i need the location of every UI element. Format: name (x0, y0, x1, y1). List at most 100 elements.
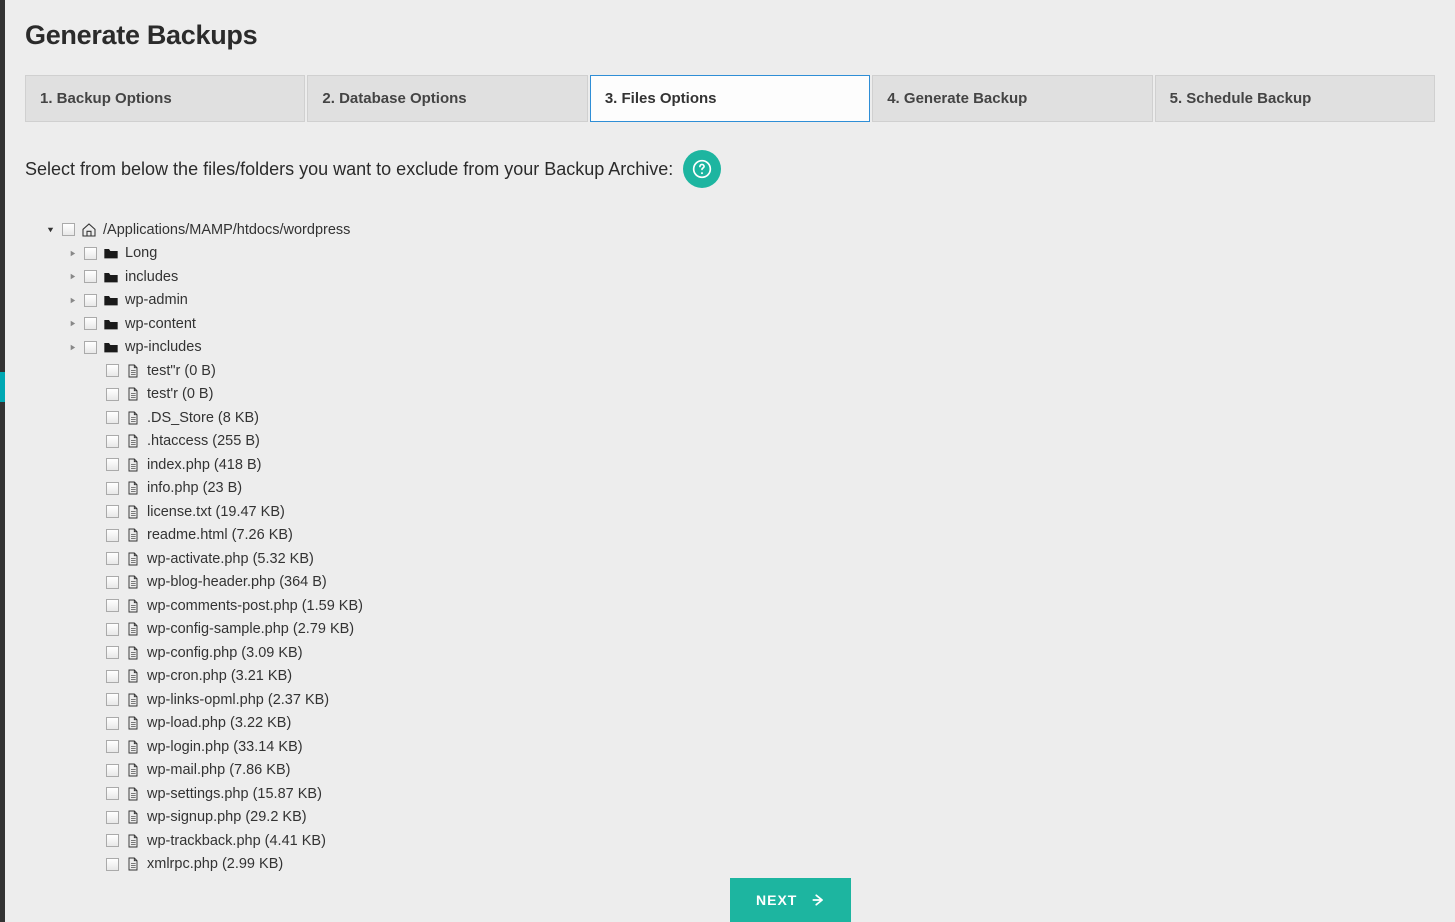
tab-step-2[interactable]: 2. Database Options (307, 75, 587, 122)
checkbox[interactable] (84, 317, 97, 330)
checkbox[interactable] (106, 646, 119, 659)
file-label[interactable]: index.php (418 B) (147, 457, 261, 473)
tree-row: wp-load.php (3.22 KB) (45, 712, 1435, 736)
checkbox[interactable] (106, 693, 119, 706)
checkbox[interactable] (106, 552, 119, 565)
file-icon (125, 363, 141, 379)
folder-label[interactable]: wp-admin (125, 292, 188, 308)
checkbox[interactable] (106, 529, 119, 542)
checkbox[interactable] (106, 388, 119, 401)
tree-row: test"r (0 B) (45, 359, 1435, 383)
file-label[interactable]: .DS_Store (8 KB) (147, 410, 259, 426)
checkbox[interactable] (106, 411, 119, 424)
next-button[interactable]: NEXT (730, 878, 851, 922)
collapse-toggle[interactable] (45, 224, 56, 235)
file-icon (125, 410, 141, 426)
file-label[interactable]: wp-links-opml.php (2.37 KB) (147, 692, 329, 708)
file-icon (125, 574, 141, 590)
checkbox[interactable] (106, 576, 119, 589)
file-icon (125, 645, 141, 661)
file-label[interactable]: wp-config-sample.php (2.79 KB) (147, 621, 354, 637)
expand-toggle[interactable] (67, 342, 78, 353)
tree-row: wp-signup.php (29.2 KB) (45, 806, 1435, 830)
tab-step-4[interactable]: 4. Generate Backup (872, 75, 1152, 122)
tree-row: license.txt (19.47 KB) (45, 500, 1435, 524)
tree-row: wp-includes (45, 336, 1435, 360)
file-label[interactable]: info.php (23 B) (147, 480, 242, 496)
tree-row: wp-content (45, 312, 1435, 336)
tree-row: wp-config.php (3.09 KB) (45, 641, 1435, 665)
tree-row: wp-blog-header.php (364 B) (45, 571, 1435, 595)
checkbox[interactable] (106, 787, 119, 800)
tree-row: xmlrpc.php (2.99 KB) (45, 853, 1435, 877)
checkbox[interactable] (84, 247, 97, 260)
checkbox[interactable] (106, 811, 119, 824)
file-icon (125, 809, 141, 825)
expand-toggle[interactable] (67, 248, 78, 259)
folder-label[interactable]: includes (125, 269, 178, 285)
checkbox[interactable] (106, 764, 119, 777)
file-label[interactable]: test"r (0 B) (147, 363, 216, 379)
folder-icon (103, 339, 119, 355)
file-label[interactable]: wp-mail.php (7.86 KB) (147, 762, 290, 778)
file-icon (125, 386, 141, 402)
file-icon (125, 786, 141, 802)
expand-toggle[interactable] (67, 271, 78, 282)
help-button[interactable] (683, 150, 721, 188)
file-label[interactable]: wp-trackback.php (4.41 KB) (147, 833, 326, 849)
checkbox[interactable] (106, 740, 119, 753)
tree-row: wp-links-opml.php (2.37 KB) (45, 688, 1435, 712)
file-label[interactable]: wp-blog-header.php (364 B) (147, 574, 327, 590)
checkbox[interactable] (106, 435, 119, 448)
file-label[interactable]: wp-signup.php (29.2 KB) (147, 809, 307, 825)
tree-row: wp-trackback.php (4.41 KB) (45, 829, 1435, 853)
tree-row: test'r (0 B) (45, 383, 1435, 407)
file-label[interactable]: wp-settings.php (15.87 KB) (147, 786, 322, 802)
folder-label[interactable]: wp-includes (125, 339, 202, 355)
checkbox[interactable] (106, 505, 119, 518)
next-button-label: NEXT (756, 892, 797, 908)
checkbox[interactable] (106, 599, 119, 612)
file-icon (125, 668, 141, 684)
folder-label[interactable]: wp-content (125, 316, 196, 332)
file-label[interactable]: license.txt (19.47 KB) (147, 504, 285, 520)
tab-step-3[interactable]: 3. Files Options (590, 75, 870, 122)
tree-row: readme.html (7.26 KB) (45, 524, 1435, 548)
tab-step-5[interactable]: 5. Schedule Backup (1155, 75, 1435, 122)
file-label[interactable]: wp-config.php (3.09 KB) (147, 645, 303, 661)
tree-row: index.php (418 B) (45, 453, 1435, 477)
checkbox[interactable] (106, 364, 119, 377)
expand-toggle[interactable] (67, 318, 78, 329)
file-label[interactable]: wp-activate.php (5.32 KB) (147, 551, 314, 567)
folder-icon (103, 269, 119, 285)
expand-toggle[interactable] (67, 295, 78, 306)
file-label[interactable]: .htaccess (255 B) (147, 433, 260, 449)
checkbox[interactable] (84, 270, 97, 283)
checkbox[interactable] (106, 458, 119, 471)
checkbox[interactable] (106, 858, 119, 871)
file-label[interactable]: wp-comments-post.php (1.59 KB) (147, 598, 363, 614)
checkbox[interactable] (106, 834, 119, 847)
checkbox[interactable] (106, 717, 119, 730)
checkbox[interactable] (84, 341, 97, 354)
folder-label[interactable]: Long (125, 245, 157, 261)
page-title: Generate Backups (25, 20, 1435, 51)
wizard-tabs: 1. Backup Options2. Database Options3. F… (25, 75, 1435, 122)
file-label[interactable]: wp-load.php (3.22 KB) (147, 715, 291, 731)
tree-row: wp-mail.php (7.86 KB) (45, 759, 1435, 783)
file-label[interactable]: test'r (0 B) (147, 386, 213, 402)
file-label[interactable]: wp-login.php (33.14 KB) (147, 739, 303, 755)
tree-root-label[interactable]: /Applications/MAMP/htdocs/wordpress (103, 222, 350, 238)
checkbox[interactable] (106, 482, 119, 495)
checkbox[interactable] (62, 223, 75, 236)
tab-step-1[interactable]: 1. Backup Options (25, 75, 305, 122)
checkbox[interactable] (106, 623, 119, 636)
checkbox[interactable] (84, 294, 97, 307)
file-label[interactable]: wp-cron.php (3.21 KB) (147, 668, 292, 684)
file-icon (125, 480, 141, 496)
tree-row: .DS_Store (8 KB) (45, 406, 1435, 430)
arrow-right-icon (811, 893, 825, 907)
file-label[interactable]: readme.html (7.26 KB) (147, 527, 293, 543)
file-label[interactable]: xmlrpc.php (2.99 KB) (147, 856, 283, 872)
checkbox[interactable] (106, 670, 119, 683)
